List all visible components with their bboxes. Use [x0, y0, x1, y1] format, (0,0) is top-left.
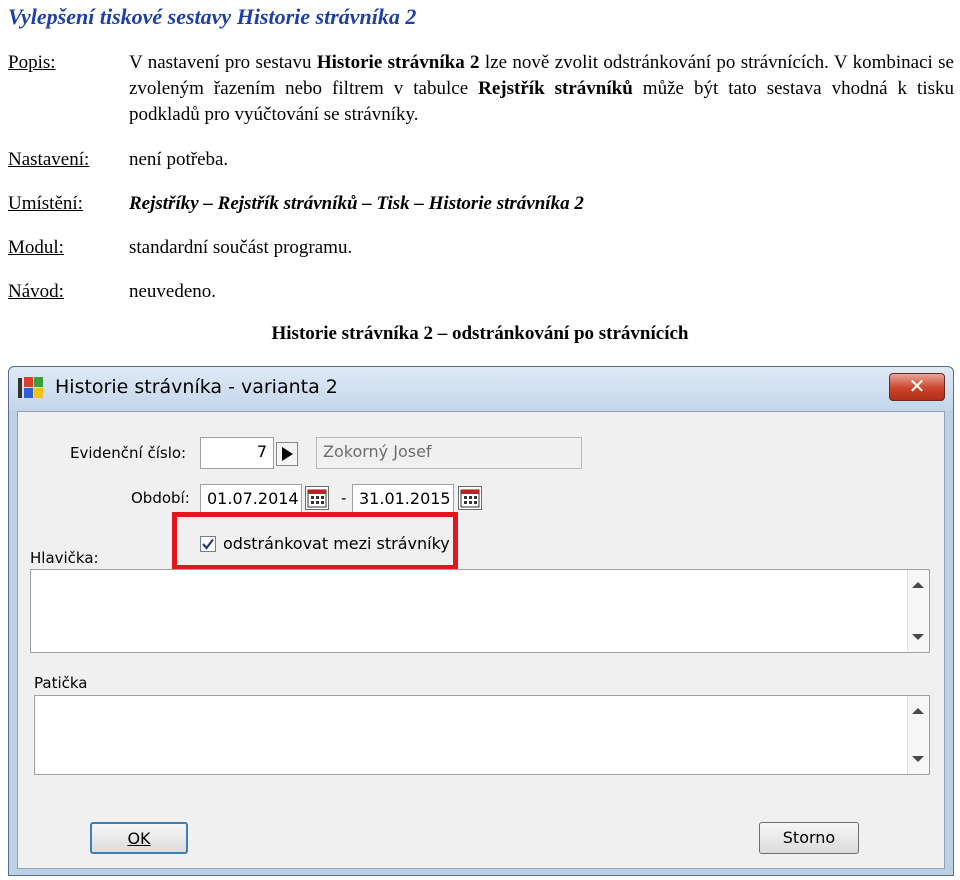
umisteni-value: Rejstříky – Rejstřík strávníků – Tisk – …	[129, 193, 584, 214]
strankovani-checkbox[interactable]	[200, 536, 216, 552]
dialog-titlebar[interactable]: Historie strávníka - varianta 2 ✕	[9, 367, 953, 411]
date-from-calendar-button[interactable]	[305, 486, 329, 510]
checkmark-icon	[202, 538, 214, 550]
hlavicka-label: Hlavička:	[30, 549, 99, 567]
modul-value: standardní součást programu.	[129, 237, 353, 258]
popis-bold-1: Historie strávníka 2	[316, 52, 480, 73]
date-range-separator: -	[341, 489, 347, 507]
scroll-down-icon[interactable]	[912, 756, 924, 762]
hlavicka-textarea[interactable]	[30, 569, 930, 653]
play-arrow-icon	[282, 447, 293, 461]
popis-label: Popis:	[8, 52, 56, 73]
figure-caption: Historie strávníka 2 – odstránkování po …	[271, 323, 689, 344]
evidencni-cislo-label: Evidenční číslo:	[70, 444, 187, 462]
paticka-scrollbar[interactable]	[907, 696, 929, 774]
umisteni-label: Umístění:	[8, 193, 83, 214]
strávník-name-field: Zokorný Josef	[316, 437, 582, 469]
row-popis: Popis: V nastavení pro sestavu Historie …	[8, 50, 954, 130]
date-from-input[interactable]: 01.07.2014	[200, 484, 302, 514]
close-button[interactable]: ✕	[889, 373, 945, 401]
calendar-icon	[460, 489, 480, 508]
storno-button-label: Storno	[782, 828, 836, 847]
evidencni-cislo-input[interactable]: 7	[200, 437, 274, 469]
scroll-down-icon[interactable]	[912, 634, 924, 640]
navod-label: Návod:	[8, 281, 64, 302]
app-icon	[18, 377, 43, 398]
modul-label: Modul:	[8, 237, 64, 258]
dialog-title: Historie strávníka - varianta 2	[55, 376, 338, 398]
scroll-up-icon[interactable]	[912, 582, 924, 588]
popis-value: V nastavení pro sestavu Historie strávní…	[129, 50, 954, 128]
popis-text-1: V nastavení pro sestavu	[129, 52, 317, 73]
ok-button-label: OK	[127, 829, 151, 848]
dialog-window: Historie strávníka - varianta 2 ✕ Eviden…	[8, 366, 954, 876]
hlavicka-scrollbar[interactable]	[907, 570, 929, 652]
dialog-client-area: Evidenční číslo: 7 Zokorný Josef Období:…	[17, 411, 945, 869]
obdobi-label: Období:	[131, 489, 190, 507]
next-button[interactable]	[276, 442, 298, 466]
paticka-textarea[interactable]	[34, 695, 930, 775]
close-icon: ✕	[908, 374, 926, 398]
document-title: Vylepšení tiskové sestavy Historie stráv…	[8, 4, 417, 29]
calendar-icon	[307, 489, 327, 508]
ok-button[interactable]: OK	[90, 822, 188, 854]
date-to-calendar-button[interactable]	[458, 486, 482, 510]
nastaveni-value: není potřeba.	[129, 149, 229, 170]
navod-value: neuvedeno.	[129, 281, 217, 302]
scroll-up-icon[interactable]	[912, 708, 924, 714]
date-to-input[interactable]: 31.01.2015	[352, 484, 454, 514]
nastaveni-label: Nastavení:	[8, 149, 90, 170]
popis-bold-2: Rejstřík strávníků	[478, 78, 633, 99]
storno-button[interactable]: Storno	[759, 822, 859, 854]
strankovani-checkbox-label[interactable]: odstránkovat mezi strávníky	[223, 534, 450, 553]
paticka-label: Patička	[34, 674, 88, 692]
